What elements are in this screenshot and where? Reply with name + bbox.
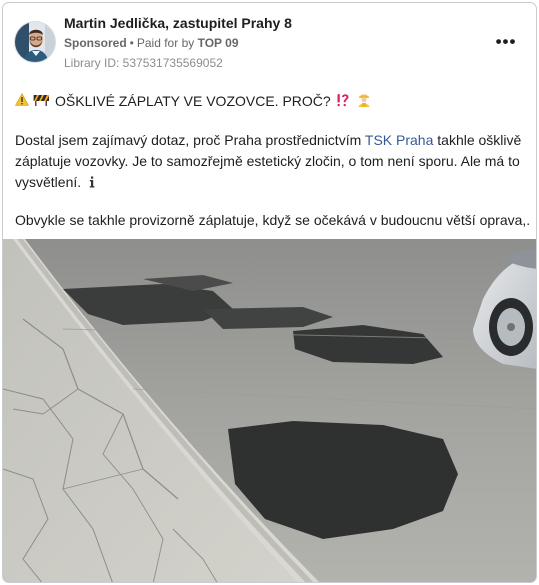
warning-icon — [14, 92, 30, 109]
headline-text: OŠKLIVÉ ZÁPLATY VE VOZOVCE. PROČ? — [55, 93, 331, 109]
library-id: Library ID: 537531735569052 — [64, 56, 223, 70]
construction-worker-icon — [357, 92, 371, 110]
more-options-button[interactable]: ••• — [489, 29, 523, 55]
author-portrait-icon — [15, 22, 55, 62]
avatar[interactable] — [14, 21, 56, 63]
roadwork-barrier-icon — [33, 93, 49, 109]
post-body: Dostal jsem zajímavý dotaz, proč Praha p… — [15, 130, 531, 193]
author-name-link[interactable]: Martin Jedlička, zastupitel Prahy 8 — [64, 15, 292, 31]
road-patches-photo — [3, 239, 536, 582]
body-second-paragraph: Obvykle se takhle provizorně záplatuje, … — [15, 212, 531, 228]
paid-for-label: Paid for by — [136, 36, 195, 50]
information-icon — [87, 173, 97, 188]
exclamation-question-icon — [336, 93, 350, 110]
sponsored-post-card: Martin Jedlička, zastupitel Prahy 8 Spon… — [2, 2, 537, 583]
sponsor-line: Sponsored • Paid for by TOP 09 — [64, 36, 239, 50]
post-headline: OŠKLIVÉ ZÁPLATY VE VOZOVCE. PROČ? — [14, 92, 375, 110]
sponsored-label: Sponsored — [64, 36, 127, 50]
tsk-praha-link[interactable]: TSK Praha — [365, 132, 433, 148]
payer-name[interactable]: TOP 09 — [198, 36, 239, 50]
body-text-start: Dostal jsem zajímavý dotaz, proč Praha p… — [15, 132, 365, 148]
post-image[interactable] — [3, 239, 536, 582]
separator-dot: • — [129, 36, 134, 50]
